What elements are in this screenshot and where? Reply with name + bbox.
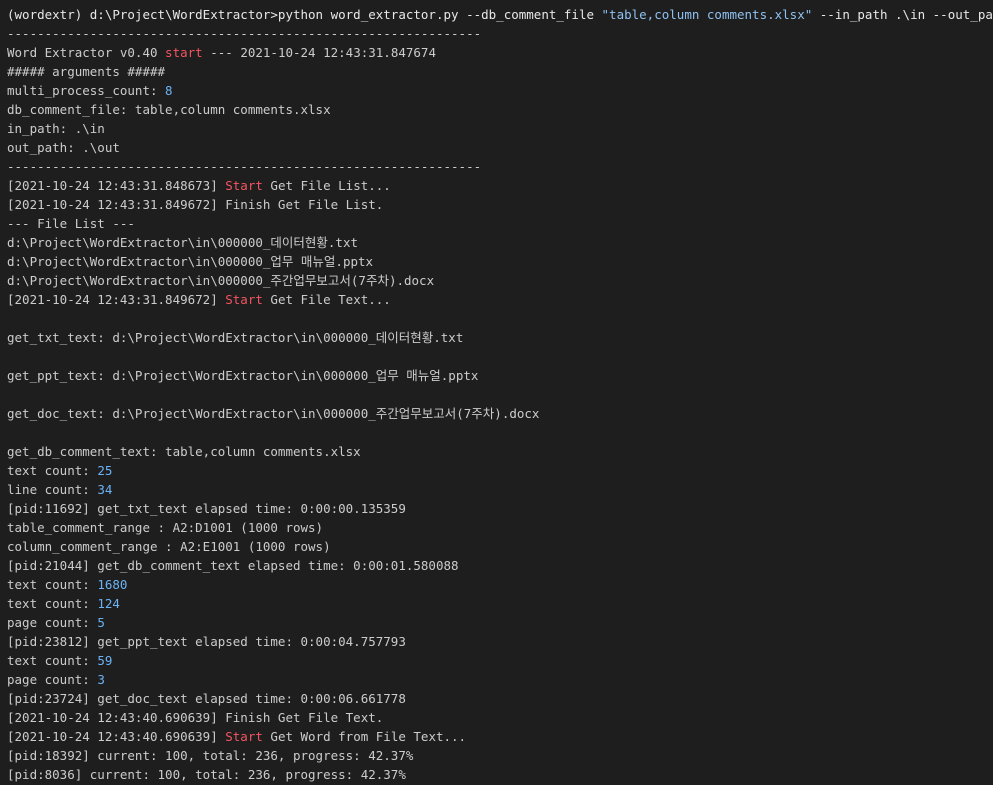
output-token: Get File List...: [262, 178, 391, 193]
output-token: start: [165, 45, 203, 60]
output-token: page count:: [7, 615, 98, 630]
output-token: [pid:8036] current: 100, total: 236, pro…: [7, 767, 406, 782]
output-line: Word Extractor v0.40 start --- 2021-10-2…: [7, 43, 993, 62]
output-token: page count:: [7, 672, 98, 687]
output-line: [pid:23812] get_ppt_text elapsed time: 0…: [7, 632, 993, 651]
output-token: 1680: [97, 577, 128, 592]
output-line: get_ppt_text: d:\Project\WordExtractor\i…: [7, 366, 993, 385]
output-line: get_txt_text: d:\Project\WordExtractor\i…: [7, 328, 993, 347]
output-line: [2021-10-24 12:43:40.690639] Start Get W…: [7, 727, 993, 746]
output-token: in_path: .\in: [7, 121, 105, 136]
output-token: text count:: [7, 577, 98, 592]
output-line: text count: 59: [7, 651, 993, 670]
output-token: 3: [97, 672, 105, 687]
terminal-window[interactable]: (wordextr) d:\Project\WordExtractor>pyth…: [0, 0, 993, 785]
output-line: ----------------------------------------…: [7, 157, 993, 176]
output-token: Start: [225, 729, 263, 744]
output-token: "table,column comments.xlsx": [601, 7, 813, 22]
output-token: ----------------------------------------…: [7, 26, 482, 41]
output-line: text count: 124: [7, 594, 993, 613]
output-line: page count: 3: [7, 670, 993, 689]
output-line: table_comment_range : A2:D1001 (1000 row…: [7, 518, 993, 537]
output-token: Get Word from File Text...: [262, 729, 467, 744]
output-token: --- File List ---: [7, 216, 135, 231]
output-token: --in_path .\in --out_path .\out: [819, 7, 993, 22]
output-token: get_ppt_text: d:\Project\WordExtractor\i…: [7, 368, 479, 383]
output-token: [pid:23812] get_ppt_text elapsed time: 0…: [7, 634, 406, 649]
output-line: page count: 5: [7, 613, 993, 632]
output-line: get_doc_text: d:\Project\WordExtractor\i…: [7, 404, 993, 423]
output-token: [2021-10-24 12:43:31.848673]: [7, 178, 226, 193]
output-token: 34: [97, 482, 113, 497]
output-token: [2021-10-24 12:43:31.849672]: [7, 292, 226, 307]
output-token: ##### arguments #####: [7, 64, 166, 79]
output-line: --- File List ---: [7, 214, 993, 233]
output-token: d:\Project\WordExtractor\in\000000_데이터현황…: [7, 235, 358, 250]
output-token: text count:: [7, 463, 98, 478]
output-token: get_db_comment_text: table,column commen…: [7, 444, 361, 459]
output-line: [2021-10-24 12:43:31.849672] Finish Get …: [7, 195, 993, 214]
output-token: (wordextr) d:\Project\WordExtractor>pyth…: [7, 7, 602, 22]
output-token: [pid:21044] get_db_comment_text elapsed …: [7, 558, 459, 573]
output-line: [pid:18392] current: 100, total: 236, pr…: [7, 746, 993, 765]
output-line: line count: 34: [7, 480, 993, 499]
output-token: column_comment_range : A2:E1001 (1000 ro…: [7, 539, 331, 554]
output-token: d:\Project\WordExtractor\in\000000_주간업무보…: [7, 273, 435, 288]
output-token: Get File Text...: [262, 292, 391, 307]
output-token: [pid:18392] current: 100, total: 236, pr…: [7, 748, 414, 763]
output-token: get_txt_text: d:\Project\WordExtractor\i…: [7, 330, 464, 345]
output-line: ----------------------------------------…: [7, 24, 993, 43]
output-line: [pid:11692] get_txt_text elapsed time: 0…: [7, 499, 993, 518]
output-line: ##### arguments #####: [7, 62, 993, 81]
command-line: (wordextr) d:\Project\WordExtractor>pyth…: [7, 5, 993, 24]
output-line: text count: 1680: [7, 575, 993, 594]
output-line: text count: 25: [7, 461, 993, 480]
output-line: out_path: .\out: [7, 138, 993, 157]
output-token: ----------------------------------------…: [7, 159, 482, 174]
output-token: table_comment_range : A2:D1001 (1000 row…: [7, 520, 324, 535]
output-line: [pid:8036] current: 100, total: 236, pro…: [7, 765, 993, 784]
output-token: line count:: [7, 482, 98, 497]
output-token: [pid:11692] get_txt_text elapsed time: 0…: [7, 501, 406, 516]
output-line: get_db_comment_text: table,column commen…: [7, 442, 993, 461]
output-token: [2021-10-24 12:43:40.690639]: [7, 729, 226, 744]
output-line: in_path: .\in: [7, 119, 993, 138]
output-token: 5: [97, 615, 105, 630]
output-token: [pid:23724] get_doc_text elapsed time: 0…: [7, 691, 406, 706]
output-line: [pid:23724] get_doc_text elapsed time: 0…: [7, 689, 993, 708]
output-token: multi_process_count:: [7, 83, 166, 98]
output-line: d:\Project\WordExtractor\in\000000_주간업무보…: [7, 271, 993, 290]
output-token: get_doc_text: d:\Project\WordExtractor\i…: [7, 406, 540, 421]
output-line: multi_process_count: 8: [7, 81, 993, 100]
output-token: 59: [97, 653, 113, 668]
output-line: db_comment_file: table,column comments.x…: [7, 100, 993, 119]
output-token: db_comment_file: table,column comments.x…: [7, 102, 331, 117]
output-token: text count:: [7, 653, 98, 668]
output-line: [2021-10-24 12:43:31.849672] Start Get F…: [7, 290, 993, 309]
output-token: 25: [97, 463, 113, 478]
output-line: [pid:21044] get_db_comment_text elapsed …: [7, 556, 993, 575]
output-token: [2021-10-24 12:43:40.690639] Finish Get …: [7, 710, 384, 725]
output-line: column_comment_range : A2:E1001 (1000 ro…: [7, 537, 993, 556]
output-token: Start: [225, 178, 263, 193]
output-token: 8: [165, 83, 173, 98]
output-line: [2021-10-24 12:43:31.848673] Start Get F…: [7, 176, 993, 195]
output-token: 124: [97, 596, 120, 611]
output-token: out_path: .\out: [7, 140, 120, 155]
output-line: d:\Project\WordExtractor\in\000000_데이터현황…: [7, 233, 993, 252]
output-token: --- 2021-10-24 12:43:31.847674: [202, 45, 436, 60]
output-token: d:\Project\WordExtractor\in\000000_업무 매뉴…: [7, 254, 374, 269]
output-token: text count:: [7, 596, 98, 611]
output-token: Word Extractor v0.40: [7, 45, 166, 60]
output-line: [2021-10-24 12:43:40.690639] Finish Get …: [7, 708, 993, 727]
output-token: [2021-10-24 12:43:31.849672] Finish Get …: [7, 197, 384, 212]
output-line: d:\Project\WordExtractor\in\000000_업무 매뉴…: [7, 252, 993, 271]
output-token: Start: [225, 292, 263, 307]
